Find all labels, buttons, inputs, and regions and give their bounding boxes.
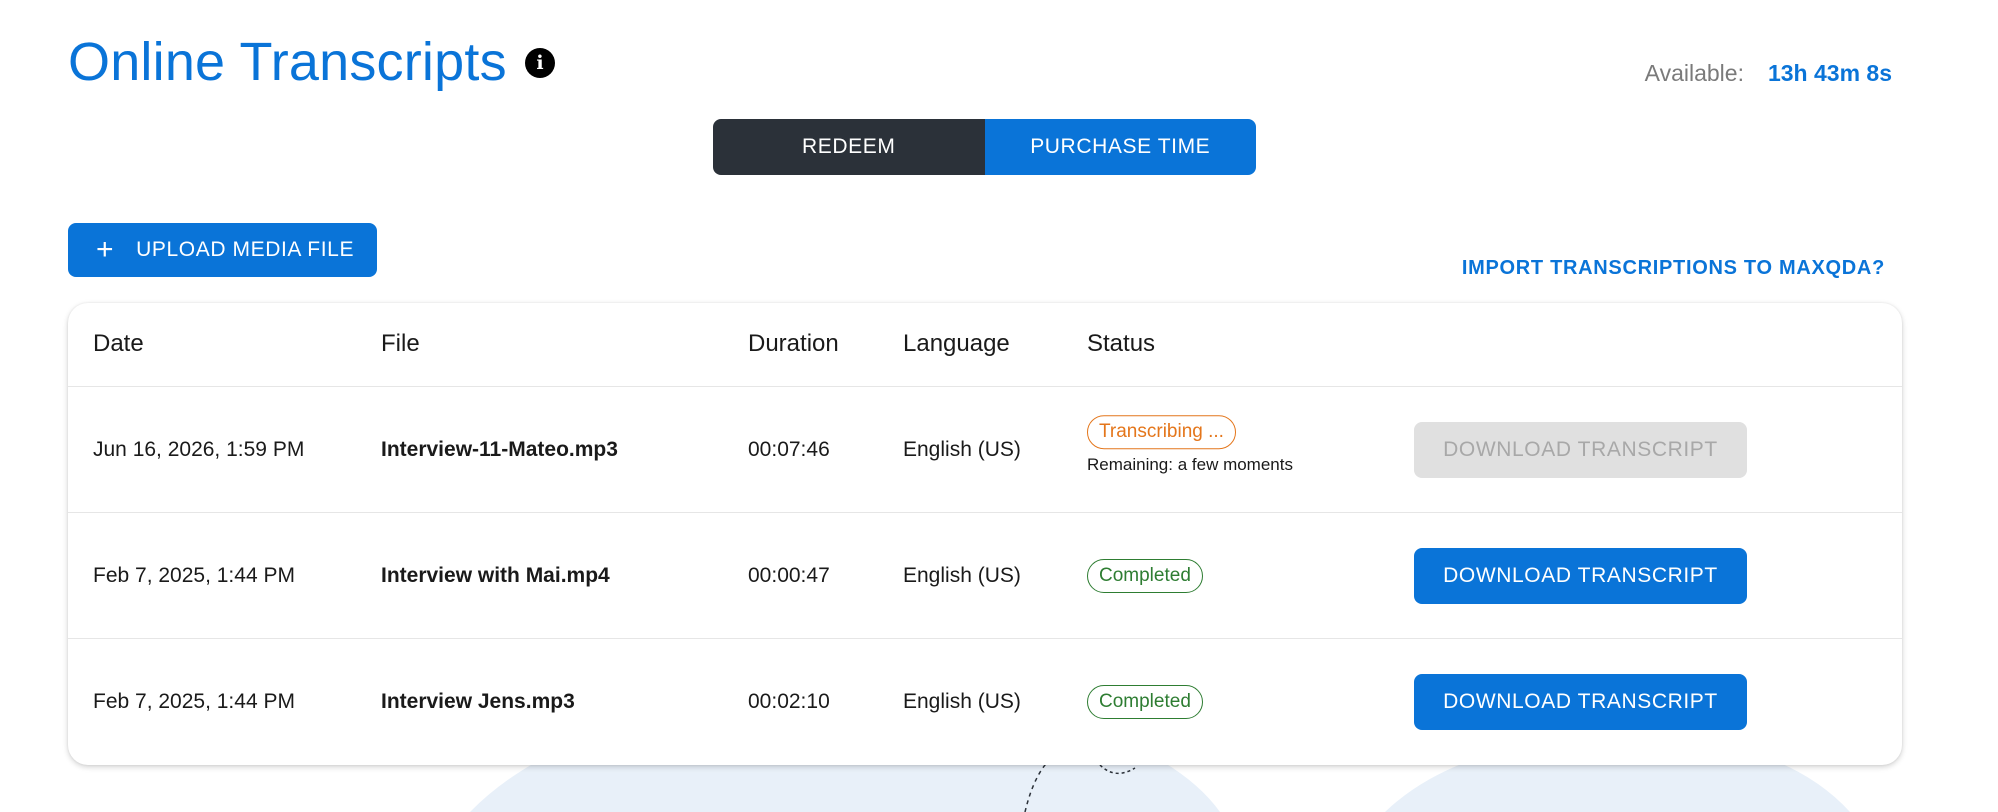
transcripts-table: Date File Duration Language Status Jun 1…: [68, 303, 1902, 765]
available-label: Available:: [1644, 60, 1744, 86]
dashed-loop: [1099, 764, 1136, 774]
available-time: Available: 13h 43m 8s: [1645, 60, 1892, 87]
row-file: Interview-11-Mateo.mp3: [381, 437, 618, 461]
row-date: Jun 16, 2026, 1:59 PM: [93, 437, 305, 461]
page: Online Transcripts i Available: 13h 43m …: [0, 0, 1998, 812]
row-status: Completed: [1087, 558, 1203, 593]
table-row: Feb 7, 2025, 1:44 PM Interview with Mai.…: [68, 513, 1902, 639]
download-transcript-button[interactable]: DOWNLOAD TRANSCRIPT: [1414, 674, 1747, 730]
page-title: Online Transcripts: [68, 32, 507, 92]
download-transcript-button[interactable]: DOWNLOAD TRANSCRIPT: [1414, 547, 1747, 604]
status-badge: Completed: [1087, 558, 1203, 593]
row-status: Completed: [1087, 685, 1203, 719]
row-language: English (US): [903, 437, 1021, 461]
purchase-time-button[interactable]: PURCHASE TIME: [984, 119, 1256, 175]
table-header: Date File Duration Language Status: [68, 303, 1902, 387]
row-language: English (US): [903, 563, 1021, 587]
upload-media-file-button[interactable]: + UPLOAD MEDIA FILE: [68, 223, 377, 277]
row-duration: 00:02:10: [748, 690, 830, 713]
column-header-file: File: [381, 330, 420, 357]
column-header-language: Language: [903, 330, 1010, 357]
row-status: Transcribing ... Remaining: a few moment…: [1087, 414, 1293, 475]
plus-icon: +: [96, 233, 115, 266]
import-transcriptions-link[interactable]: IMPORT TRANSCRIPTIONS TO MAXQDA?: [1462, 257, 1885, 280]
row-date: Feb 7, 2025, 1:44 PM: [93, 690, 295, 713]
row-file: Interview with Mai.mp4: [381, 563, 610, 587]
status-badge: Transcribing ...: [1087, 414, 1236, 449]
row-date: Feb 7, 2025, 1:44 PM: [93, 563, 295, 587]
upload-button-label: UPLOAD MEDIA FILE: [136, 238, 355, 261]
row-language: English (US): [903, 690, 1021, 713]
row-duration: 00:00:47: [748, 563, 830, 587]
status-remaining: Remaining: a few moments: [1087, 454, 1293, 474]
status-badge: Completed: [1087, 685, 1203, 719]
table-row: Jun 16, 2026, 1:59 PM Interview-11-Mateo…: [68, 387, 1902, 513]
info-icon[interactable]: i: [525, 48, 555, 78]
table-row: Feb 7, 2025, 1:44 PM Interview Jens.mp3 …: [68, 639, 1902, 765]
redeem-button[interactable]: REDEEM: [713, 119, 985, 175]
download-transcript-button: DOWNLOAD TRANSCRIPT: [1414, 421, 1747, 478]
available-value: 13h 43m 8s: [1767, 60, 1892, 86]
row-file: Interview Jens.mp3: [381, 690, 575, 713]
column-header-duration: Duration: [748, 330, 839, 357]
column-header-status: Status: [1087, 330, 1156, 357]
row-duration: 00:07:46: [748, 437, 830, 461]
time-segment-group: REDEEM PURCHASE TIME: [713, 119, 1256, 175]
column-header-date: Date: [93, 330, 144, 357]
